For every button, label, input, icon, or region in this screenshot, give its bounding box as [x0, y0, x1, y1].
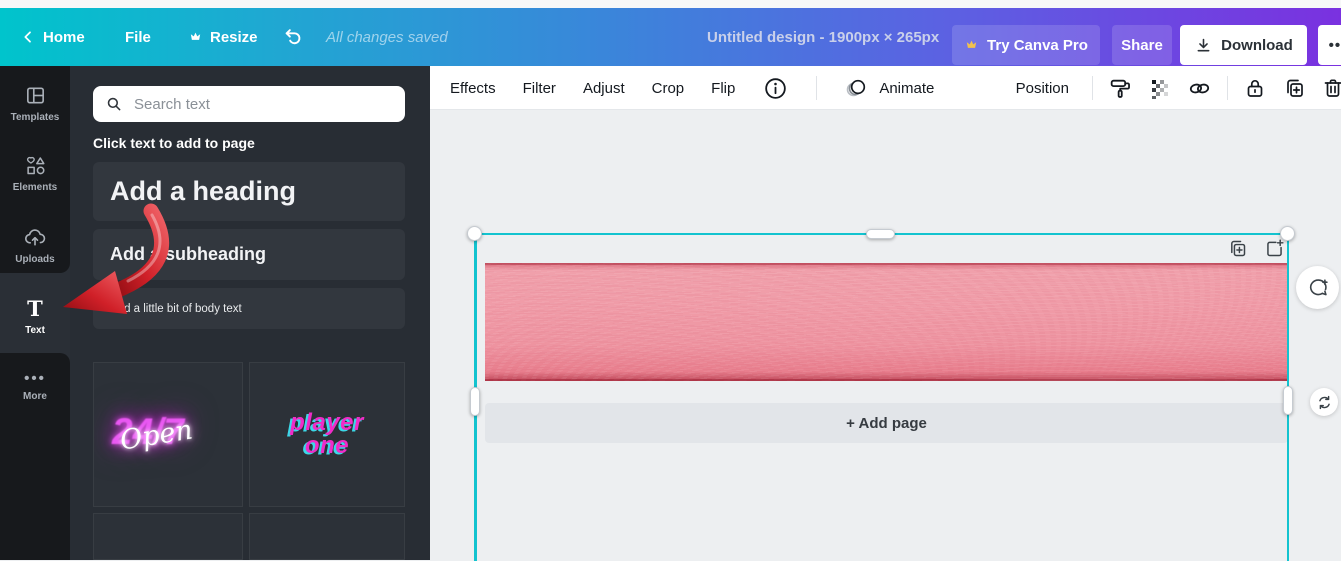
crop-button[interactable]: Crop [652, 80, 685, 97]
document-title[interactable]: Untitled design - 1900px × 265px [707, 8, 939, 66]
download-label: Download [1221, 36, 1293, 54]
adjust-button[interactable]: Adjust [583, 80, 625, 97]
resize-label: Resize [210, 28, 258, 46]
home-label: Home [43, 28, 85, 46]
selection-handle-left-middle[interactable] [469, 387, 480, 416]
text-tool-icon: T [27, 296, 43, 321]
elements-label: Elements [12, 182, 58, 193]
selection-handle-top-center[interactable] [866, 229, 895, 239]
download-button[interactable]: Download [1180, 25, 1307, 65]
font-preview-neon-247[interactable]: 24/7 Open [93, 362, 243, 507]
templates-label: Templates [10, 112, 60, 123]
file-label: File [125, 28, 151, 46]
share-label: Share [1121, 36, 1163, 54]
undo-icon [283, 26, 305, 48]
autosave-status: All changes saved [326, 28, 448, 46]
info-icon[interactable] [762, 75, 789, 102]
resize-button[interactable]: Resize [188, 8, 258, 66]
uploads-cloud-icon [23, 226, 47, 249]
font-preview-player-one[interactable]: player one [249, 362, 405, 507]
design-image-pink-wood[interactable] [485, 263, 1288, 381]
position-button[interactable]: Position [1016, 80, 1069, 97]
try-pro-label: Try Canva Pro [987, 36, 1088, 54]
toolbar-divider [1227, 76, 1228, 100]
text-search-box[interactable] [93, 86, 405, 122]
player-one-text: player one [290, 409, 364, 459]
sidebar-item-templates[interactable]: Templates [0, 84, 70, 123]
more-dots-icon: ••• [24, 370, 46, 387]
crown-icon [188, 30, 203, 44]
panel-section-title: Click text to add to page [93, 135, 255, 151]
flip-button[interactable]: Flip [711, 80, 735, 97]
selection-handle-top-right[interactable] [1280, 225, 1295, 241]
ellipsis-icon: ••• [1328, 36, 1341, 54]
templates-icon [24, 84, 47, 107]
effects-button[interactable]: Effects [450, 80, 496, 97]
duplicate-icon[interactable] [1282, 76, 1306, 100]
lock-icon[interactable] [1243, 76, 1267, 100]
search-input[interactable] [132, 94, 393, 114]
rotate-button[interactable] [1310, 388, 1338, 416]
duplicate-page-icon[interactable] [1227, 238, 1248, 259]
elements-icon [24, 154, 47, 177]
add-heading-card[interactable]: Add a heading [93, 162, 405, 221]
rotate-icon [1318, 395, 1330, 409]
add-subheading-card[interactable]: Add a subheading [93, 229, 405, 280]
text-label: Text [25, 325, 45, 336]
animate-label: Animate [879, 79, 935, 97]
sidebar-item-text[interactable]: T Text [0, 296, 70, 337]
more-label: More [23, 391, 47, 402]
top-navigation-bar: Home File Resize All changes saved Untit… [0, 8, 1341, 66]
toolbar-divider [816, 76, 818, 100]
uploads-label: Uploads [15, 254, 55, 265]
filter-button[interactable]: Filter [523, 80, 556, 97]
add-body-text-card[interactable]: Add a little bit of body text [93, 288, 405, 329]
crown-gold-icon [964, 38, 979, 52]
add-page-button[interactable]: + Add page [485, 403, 1288, 443]
file-menu-button[interactable]: File [125, 8, 151, 66]
link-icon[interactable] [1187, 76, 1212, 101]
download-icon [1194, 36, 1213, 55]
page-action-icons [1227, 238, 1285, 259]
delete-icon[interactable] [1321, 76, 1341, 100]
toolbar-divider [1092, 76, 1093, 100]
sidebar-item-uploads[interactable]: Uploads [0, 226, 70, 265]
undo-button[interactable] [283, 8, 305, 66]
toolbar-left-group: Effects Filter Adjust Crop Flip Animate [450, 66, 934, 110]
toolbar-right-group: Position [1016, 66, 1341, 110]
sidebar-item-more[interactable]: ••• More [0, 370, 70, 402]
selection-handle-top-left[interactable] [467, 225, 482, 241]
paint-roller-icon[interactable] [1108, 76, 1133, 101]
search-icon [105, 95, 123, 113]
add-page-icon[interactable] [1264, 238, 1285, 259]
comment-bubble-icon [1309, 278, 1328, 295]
home-button[interactable]: Home [20, 8, 85, 66]
share-button[interactable]: Share [1112, 25, 1172, 65]
back-chevron-icon [20, 29, 36, 45]
animate-button[interactable]: Animate [844, 76, 934, 100]
comment-button[interactable] [1296, 266, 1339, 309]
transparency-icon[interactable] [1148, 76, 1172, 100]
font-preview-tile[interactable] [93, 513, 243, 560]
sidebar-item-elements[interactable]: Elements [0, 154, 70, 193]
window-top-strip [0, 0, 1341, 8]
topbar-more-button[interactable]: ••• [1318, 25, 1341, 65]
selection-handle-right-middle[interactable] [1283, 386, 1293, 415]
font-preview-tile[interactable] [249, 513, 405, 560]
try-canva-pro-button[interactable]: Try Canva Pro [952, 25, 1100, 65]
